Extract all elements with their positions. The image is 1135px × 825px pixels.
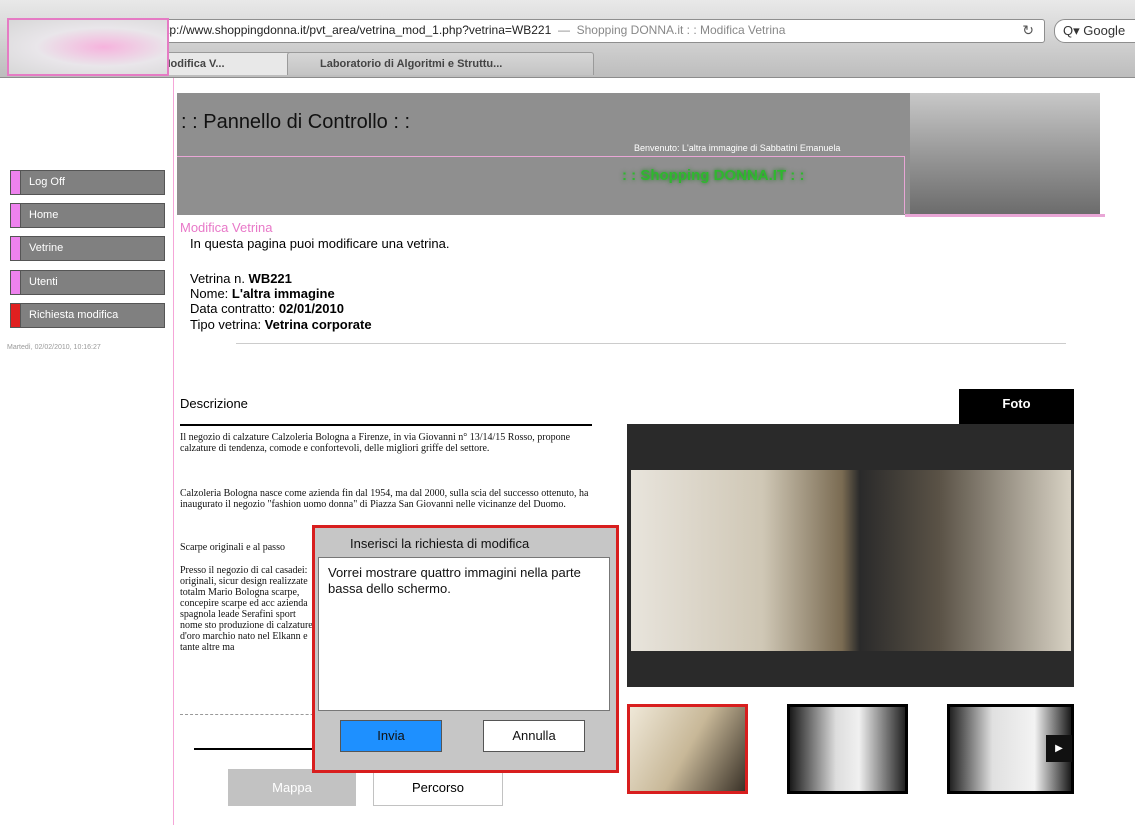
item-marker (11, 304, 21, 327)
thumbnail-2[interactable] (787, 704, 908, 794)
sidebar-item-richiesta-modifica[interactable]: Richiesta modifica (10, 303, 165, 328)
divider (236, 343, 1066, 344)
main-photo[interactable] (631, 470, 1071, 651)
description-heading: Descrizione (180, 396, 248, 411)
description-paragraph: Calzoleria Bologna nasce come azienda fi… (180, 488, 589, 510)
url-text: http://www.shoppingdonna.it/pvt_area/vet… (156, 23, 786, 37)
description-underline (180, 424, 592, 426)
sidebar-item-logoff[interactable]: Log Off (10, 170, 165, 195)
shop-name: : : Shopping DONNA.IT : : (622, 167, 805, 184)
description-paragraph: Presso il negozio di cal casadei: origin… (180, 565, 313, 653)
vetrina-name: Nome: L'altra immagine (190, 286, 335, 301)
item-marker (11, 237, 21, 260)
welcome-text: Benvenuto: L'altra immagine di Sabbatini… (634, 143, 841, 153)
item-marker (11, 204, 21, 227)
divider (194, 748, 314, 750)
next-arrow-icon[interactable]: ▶ (1046, 735, 1072, 762)
sidebar-item-vetrine[interactable]: Vetrine (10, 236, 165, 261)
sidebar-item-label: Home (29, 209, 59, 221)
item-marker (11, 171, 21, 194)
dialog-title: Inserisci la richiesta di modifica (350, 536, 530, 551)
reload-icon[interactable]: ↻ (1022, 22, 1034, 39)
request-textarea[interactable]: Vorrei mostrare quattro immagini nella p… (318, 557, 610, 711)
item-marker (11, 271, 21, 294)
search-field[interactable]: Q▾ Google (1054, 19, 1135, 43)
header-divider (177, 156, 905, 214)
description-paragraph: Il negozio di calzature Calzoleria Bolog… (180, 432, 571, 454)
section-title: Modifica Vetrina (180, 220, 273, 235)
sidebar-item-label: Vetrine (29, 242, 64, 254)
address-bar[interactable]: http://www.shoppingdonna.it/pvt_area/vet… (113, 19, 1045, 43)
vetrina-type: Tipo vetrina: Vetrina corporate (190, 317, 372, 332)
contract-date: Data contratto: 02/01/2010 (190, 301, 344, 316)
sidebar-item-utenti[interactable]: Utenti (10, 270, 165, 295)
sidebar-item-label: Richiesta modifica (29, 309, 119, 321)
page-title: : : Pannello di Controllo : : (181, 111, 411, 133)
browser-toolbar: ◀ ▶ + http://www.shoppingdonna.it/pvt_ar… (0, 0, 1135, 78)
percorso-button[interactable]: Percorso (373, 769, 503, 806)
send-button[interactable]: Invia (340, 720, 442, 752)
site-logo[interactable] (7, 18, 169, 76)
mappa-button[interactable]: Mappa (228, 769, 356, 806)
thumbnail-1[interactable] (627, 704, 748, 794)
header-photo (910, 93, 1100, 215)
sidebar-item-label: Utenti (29, 276, 58, 288)
foto-tab[interactable]: Foto (959, 389, 1074, 425)
sidebar-item-label: Log Off (29, 176, 65, 188)
sidebar-item-home[interactable]: Home (10, 203, 165, 228)
header-underline (905, 214, 1105, 217)
date-time: Martedì, 02/02/2010, 10:16:27 (7, 344, 101, 351)
cancel-button[interactable]: Annulla (483, 720, 585, 752)
intro-text: In questa pagina puoi modificare una vet… (190, 236, 450, 251)
tab-laboratorio[interactable]: Laboratorio di Algoritmi e Struttu... (287, 52, 594, 75)
vetrina-number: Vetrina n. WB221 (190, 271, 292, 286)
